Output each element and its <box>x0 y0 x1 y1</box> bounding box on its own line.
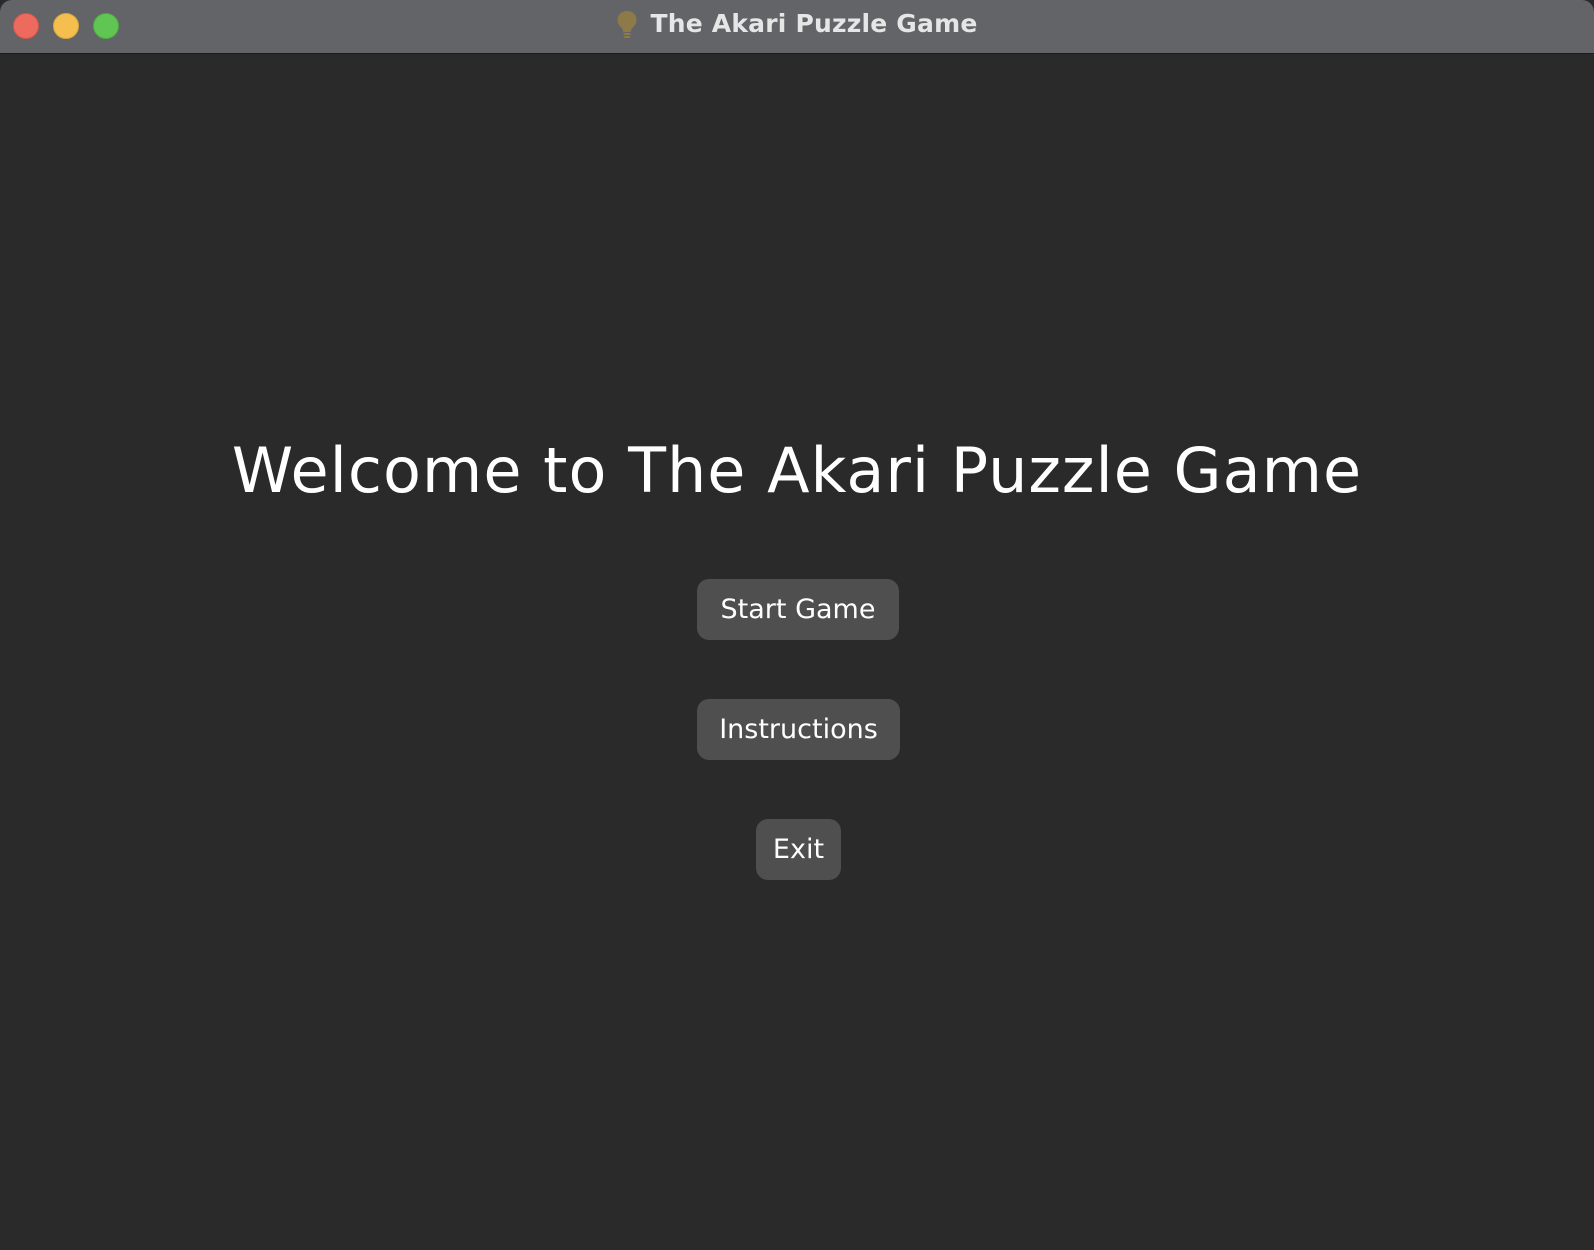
instructions-button[interactable]: Instructions <box>697 699 900 760</box>
lightbulb-icon <box>616 10 638 40</box>
exit-button[interactable]: Exit <box>756 819 841 880</box>
title-bar[interactable]: The Akari Puzzle Game <box>0 0 1594 54</box>
app-window: The Akari Puzzle Game Welcome to The Aka… <box>0 0 1594 1250</box>
welcome-heading: Welcome to The Akari Puzzle Game <box>231 434 1363 507</box>
start-game-button[interactable]: Start Game <box>697 579 899 640</box>
title-group: The Akari Puzzle Game <box>0 0 1594 46</box>
window-title: The Akari Puzzle Game <box>650 8 978 38</box>
main-content: Welcome to The Akari Puzzle Game Start G… <box>0 54 1594 1250</box>
